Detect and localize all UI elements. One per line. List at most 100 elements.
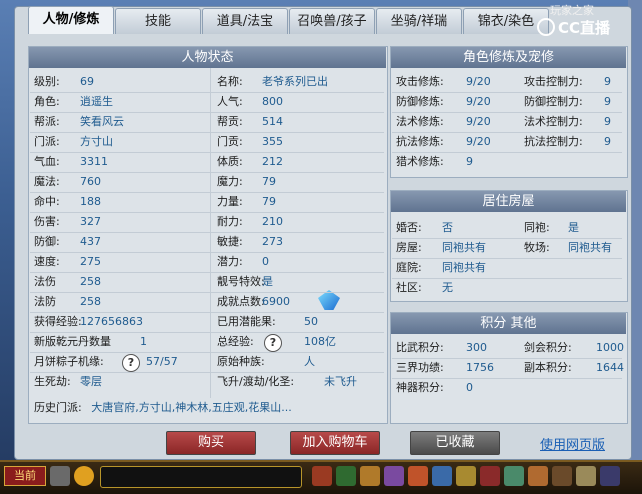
status-label: 潜力: [217, 255, 243, 268]
status-separator [30, 92, 384, 93]
house-label: 庭院: [396, 261, 422, 274]
buy-button[interactable]: 购买 [166, 431, 256, 455]
add-to-cart-button[interactable]: 加入购物车 [290, 431, 380, 455]
emoji-icon[interactable] [74, 466, 94, 486]
status-value: 老爷系列已出 [262, 75, 328, 88]
cultivation-value: 9/20 [466, 95, 491, 108]
chat-input[interactable] [100, 466, 302, 488]
favorited-button[interactable]: 已收藏 [410, 431, 500, 455]
score-row: 神器积分: 0 [396, 378, 622, 398]
status-label: 魔法: [34, 175, 60, 188]
cultivation-separator [392, 152, 622, 153]
status-label: 成就点数: [217, 295, 265, 308]
status-label: 靓号特效: [217, 275, 265, 288]
status-label: 级别: [34, 75, 60, 88]
status-row: 法伤 258 靓号特效: 是 [34, 272, 384, 292]
cultivation-separator [392, 132, 622, 133]
tab-items[interactable]: 道具/法宝 [202, 8, 288, 34]
status-value: 69 [80, 75, 94, 88]
cultivation-label: 抗法控制力: [524, 135, 583, 148]
tab-character[interactable]: 人物/修炼 [28, 6, 114, 34]
toolbar-slot-2-icon[interactable] [336, 466, 356, 486]
history-value: 大唐官府,方寸山,神木林,五庄观,花果山... [91, 401, 292, 414]
house-label: 牧场: [524, 241, 550, 254]
status-label: 帮贡: [217, 115, 243, 128]
status-label: 帮派: [34, 115, 60, 128]
score-separator [392, 358, 622, 359]
status-value: 275 [80, 255, 101, 268]
toolbar-slot-13-icon[interactable] [600, 466, 620, 486]
tab-pets[interactable]: 召唤兽/孩子 [289, 8, 375, 34]
status-label: 法防 [34, 295, 56, 308]
web-version-link[interactable]: 使用网页版 [540, 434, 605, 453]
status-value: 327 [80, 215, 101, 228]
score-label: 比武积分: [396, 341, 444, 354]
status-separator [30, 112, 384, 113]
status-label: 门贡: [217, 135, 243, 148]
status-value: 258 [80, 275, 101, 288]
mic-icon[interactable] [50, 466, 70, 486]
house-value: 同袍共有 [568, 241, 612, 254]
tab-bar: 人物/修炼 技能 道具/法宝 召唤兽/孩子 坐骑/祥瑞 锦衣/染色 [28, 6, 550, 34]
score-value: 1000 [596, 341, 624, 354]
help-icon[interactable]: ? [264, 334, 282, 352]
channel-current-button[interactable]: 当前 [4, 466, 46, 486]
cultivation-row: 猎术修炼: 9 [396, 152, 622, 172]
toolbar-slot-4-icon[interactable] [384, 466, 404, 486]
score-value: 1756 [466, 361, 494, 374]
help-icon[interactable]: ? [122, 354, 140, 372]
toolbar-slot-7-icon[interactable] [456, 466, 476, 486]
status-row: 获得经验: 127656863 已用潜能果: 50 [34, 312, 384, 332]
toolbar-slot-6-icon[interactable] [432, 466, 452, 486]
status-value: 未飞升 [324, 375, 357, 388]
status-value: 57/57 [146, 355, 178, 368]
house-value: 是 [568, 221, 579, 234]
house-value: 否 [442, 221, 453, 234]
status-label: 体质: [217, 155, 243, 168]
status-value: 3311 [80, 155, 108, 168]
toolbar-slot-3-icon[interactable] [360, 466, 380, 486]
status-value: 273 [262, 235, 283, 248]
toolbar-slot-12-icon[interactable] [576, 466, 596, 486]
status-value: 50 [304, 315, 318, 328]
history-label: 历史门派: [34, 401, 82, 414]
cultivation-value: 9 [466, 155, 473, 168]
toolbar-slot-9-icon[interactable] [504, 466, 524, 486]
toolbar-slot-5-icon[interactable] [408, 466, 428, 486]
status-separator [30, 172, 384, 173]
status-label: 法伤 [34, 275, 56, 288]
cultivation-value: 9 [604, 75, 611, 88]
cultivation-separator [392, 92, 622, 93]
status-row: 防御: 437 敏捷: 273 [34, 232, 384, 252]
house-value: 同袍共有 [442, 261, 486, 274]
status-label: 伤害: [34, 215, 60, 228]
status-value: 188 [80, 195, 101, 208]
tab-mounts[interactable]: 坐骑/祥瑞 [376, 8, 462, 34]
status-separator [30, 252, 384, 253]
cultivation-value: 9 [604, 115, 611, 128]
house-row: 婚否: 否 同袍: 是 [396, 218, 622, 238]
tab-skills[interactable]: 技能 [115, 8, 201, 34]
score-value: 1644 [596, 361, 624, 374]
house-label: 社区: [396, 281, 422, 294]
cultivation-label: 攻击修炼: [396, 75, 444, 88]
status-value: 760 [80, 175, 101, 188]
toolbar-slot-1-icon[interactable] [312, 466, 332, 486]
house-row: 房屋: 同袍共有 牧场: 同袍共有 [396, 238, 622, 258]
score-label: 副本积分: [524, 361, 572, 374]
status-row: 魔法: 760 魔力: 79 [34, 172, 384, 192]
history-row: 历史门派: 大唐官府,方寸山,神木林,五庄观,花果山... [34, 398, 292, 418]
cultivation-row: 法术修炼: 9/20 法术控制力: 9 [396, 112, 622, 132]
status-value: 0 [262, 255, 269, 268]
score-separator [392, 378, 622, 379]
house-row: 社区: 无 [396, 278, 622, 298]
status-value: 800 [262, 95, 283, 108]
status-value: 212 [262, 155, 283, 168]
score-value: 300 [466, 341, 487, 354]
status-separator [30, 212, 384, 213]
status-label: 飞升/渡劫/化圣: [217, 375, 295, 388]
toolbar-slot-8-icon[interactable] [480, 466, 500, 486]
toolbar-slot-10-icon[interactable] [528, 466, 548, 486]
toolbar-slot-11-icon[interactable] [552, 466, 572, 486]
status-row: 生死劫: 零层 飞升/渡劫/化圣: 未飞升 [34, 372, 384, 392]
